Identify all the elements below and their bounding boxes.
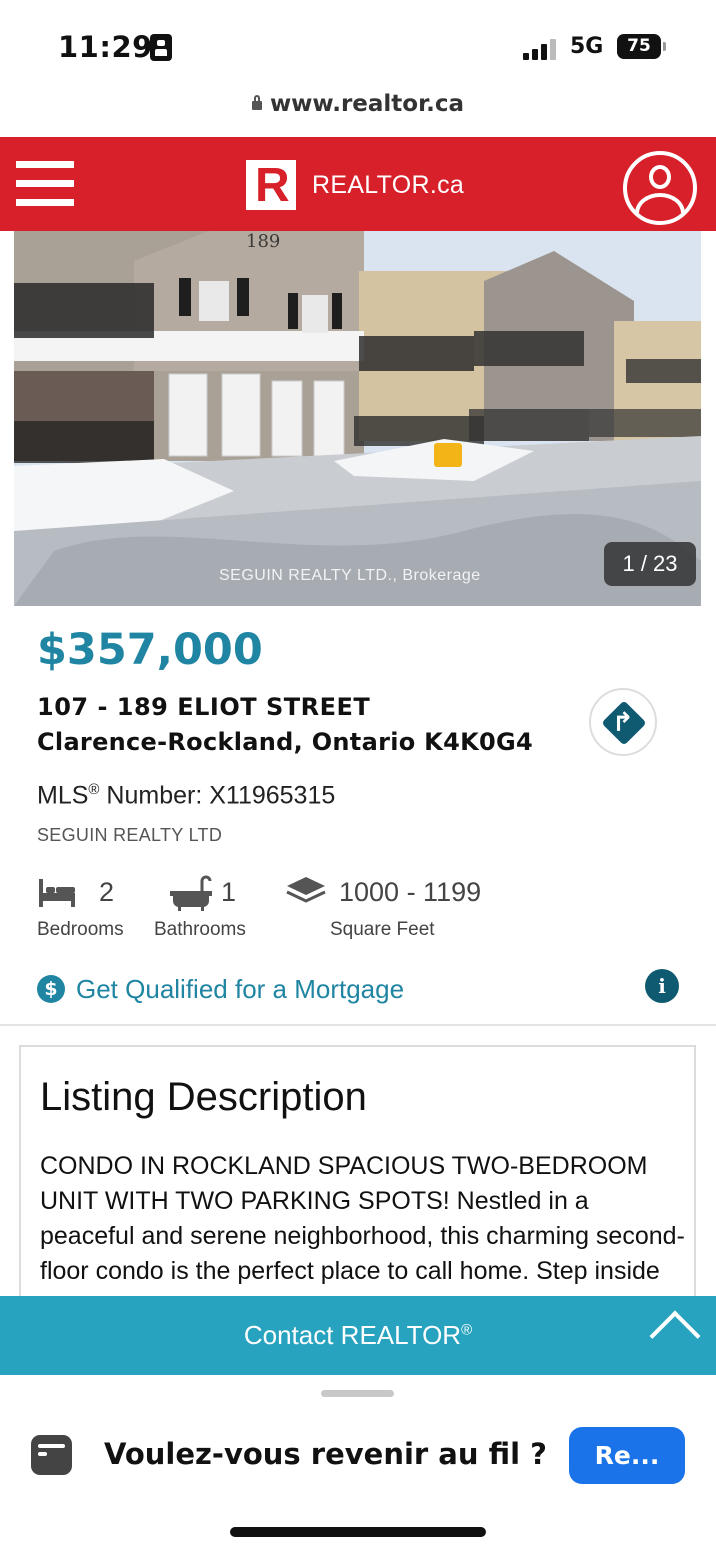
square-feet-icon [286,877,326,903]
profile-icon[interactable] [623,151,697,225]
return-button[interactable]: Re... [569,1427,685,1484]
status-time: 11:29 [58,30,153,64]
sheet-drag-handle[interactable] [321,1390,394,1397]
feed-icon [31,1435,72,1475]
turn-right-arrow-icon: ↱ [612,708,634,738]
logo-text: REALTOR.ca [312,170,465,199]
home-indicator[interactable] [230,1527,486,1537]
battery-icon: 75 [617,34,661,59]
mls-prefix: MLS [37,781,89,810]
return-to-feed-sheet: Voulez-vous revenir au fil ? Re... [0,1375,716,1552]
mortgage-link-text: Get Qualified for a Mortgage [76,973,405,1004]
bathrooms-label: Bathrooms [154,919,246,940]
return-prompt: Voulez-vous revenir au fil ? [104,1437,547,1471]
address-bar[interactable]: www.realtor.ca [0,84,716,136]
contact-realtor-bar[interactable]: Contact REALTOR® [0,1296,716,1375]
bedrooms-value: 2 [99,877,115,907]
menu-icon[interactable] [16,161,74,207]
contact-realtor-label: Contact REALTOR® [0,1320,716,1351]
square-feet-value: 1000 - 1199 [339,877,482,907]
bathrooms-value: 1 [221,877,237,907]
bathtub-icon [170,875,212,911]
bedrooms-label: Bedrooms [37,919,124,940]
status-bar: 11:29 5G 75 [0,0,716,84]
address-line-2: Clarence-Rockland, Ontario K4K0G4 [37,728,533,756]
listing-photo[interactable]: 189 SEGUIN REALTY LTD., Brokerage 1 / 23 [14,231,701,606]
stat-bedrooms: 2 Bedrooms [37,875,147,945]
bed-icon [39,879,75,907]
building-number: 189 [246,231,280,252]
id-card-icon [150,34,172,61]
mortgage-link[interactable]: $ Get Qualified for a Mortgage [37,972,404,1006]
mls-registered-mark: ® [88,781,100,798]
contact-label-text: Contact REALTOR [243,1320,462,1350]
network-type: 5G [570,34,604,59]
url-text: www.realtor.ca [269,91,465,117]
section-divider [0,1024,716,1026]
battery-cap [663,42,666,51]
contact-registered-mark: ® [461,1321,473,1339]
photo-counter: 1 / 23 [604,542,696,586]
realtor-r-icon [246,158,296,213]
site-header: REALTOR.ca [0,137,716,231]
dollar-icon: $ [37,975,65,1003]
brokerage-name: SEGUIN REALTY LTD [37,825,223,845]
cellular-signal-icon [523,38,561,60]
directions-button[interactable]: ↱ [589,688,657,756]
lock-icon [251,95,262,110]
chevron-up-icon[interactable] [649,1310,701,1362]
realtor-logo[interactable]: REALTOR.ca [246,158,465,213]
listing-photo-illustration: 189 [14,231,701,606]
mls-number: MLS® Number: X11965315 [37,781,335,810]
stat-bathrooms: 1 Bathrooms [154,875,274,945]
photo-watermark: SEGUIN REALTY LTD., Brokerage [219,567,481,584]
listing-price: $357,000 [37,625,263,675]
description-title: Listing Description [40,1075,367,1119]
square-feet-label: Square Feet [330,919,435,940]
stat-square-feet: 1000 - 1199 Square Feet [285,875,485,945]
mls-number-value: Number: X11965315 [99,781,336,810]
address-line-1: 107 - 189 ELIOT STREET [37,693,371,721]
info-icon[interactable]: i [645,969,679,1003]
